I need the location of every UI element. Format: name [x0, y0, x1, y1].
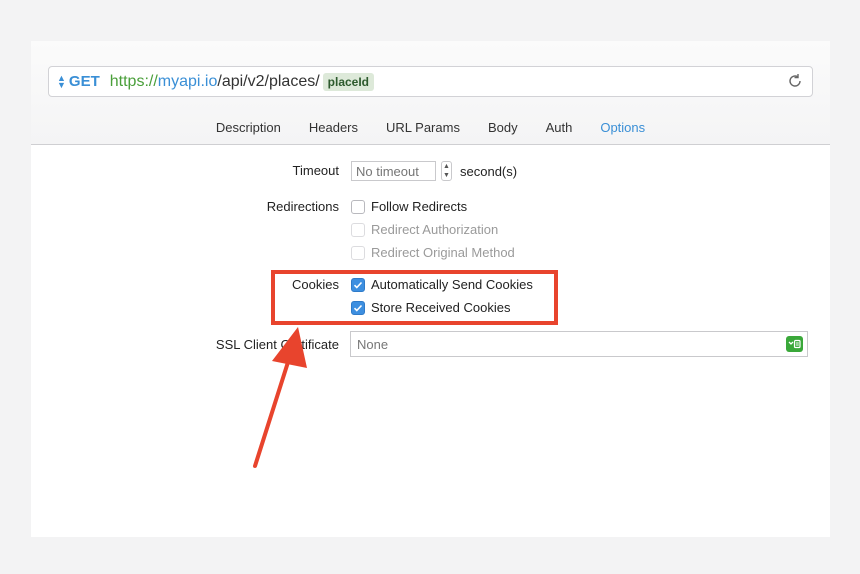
method-label: GET: [68, 73, 100, 90]
request-panel: ▲ ▼ GET https:// myapi.io /api/v2/places/…: [31, 41, 830, 537]
redirect-authorization-label: Redirect Authorization: [371, 222, 499, 237]
timeout-stepper[interactable]: ▲ ▼: [441, 161, 452, 181]
redirect-original-method-checkbox: [351, 245, 365, 260]
tab-description[interactable]: Description: [216, 120, 281, 135]
ssl-certificate-value: None: [357, 336, 389, 352]
timeout-label: Timeout: [292, 163, 339, 178]
redirect-authorization-checkbox: [351, 222, 365, 237]
ssl-certificate-select[interactable]: None: [350, 331, 808, 357]
redirect-original-method-label: Redirect Original Method: [371, 245, 515, 260]
url-path: /api/v2/places/: [217, 72, 320, 90]
timeout-input[interactable]: [351, 161, 436, 181]
request-header: ▲ ▼ GET https:// myapi.io /api/v2/places/…: [31, 41, 830, 145]
request-tabs: Description Headers URL Params Body Auth…: [31, 120, 830, 135]
redirect-original-method-option: Redirect Original Method: [351, 245, 515, 260]
method-selector[interactable]: ▲ ▼ GET: [57, 73, 100, 90]
reload-icon[interactable]: [786, 72, 804, 90]
url-bar[interactable]: ▲ ▼ GET https:// myapi.io /api/v2/places/…: [48, 66, 813, 97]
certificate-icon[interactable]: [786, 336, 803, 352]
tab-url-params[interactable]: URL Params: [386, 120, 460, 135]
redirect-authorization-option: Redirect Authorization: [351, 222, 498, 237]
url-field[interactable]: https:// myapi.io /api/v2/places/ placeI…: [109, 72, 375, 91]
timeout-unit: second(s): [460, 163, 518, 179]
tab-auth[interactable]: Auth: [546, 120, 573, 135]
redirections-label: Redirections: [266, 199, 339, 214]
timeout-row: ▲▼ second(s): [351, 161, 517, 181]
url-host: myapi.io: [157, 72, 218, 90]
tab-body[interactable]: Body: [488, 120, 518, 135]
follow-redirects-checkbox[interactable]: [351, 199, 365, 214]
follow-redirects-option[interactable]: Follow Redirects: [351, 199, 467, 214]
up-down-arrows-icon: ▲ ▼: [57, 72, 66, 90]
tab-options[interactable]: Options: [600, 120, 645, 135]
url-param-token[interactable]: placeId: [322, 72, 375, 91]
tab-headers[interactable]: Headers: [309, 120, 358, 135]
cookies-highlight-box: [271, 270, 558, 325]
url-scheme: https://: [109, 72, 158, 90]
follow-redirects-label: Follow Redirects: [371, 199, 468, 214]
ssl-certificate-label: SSL Client Certificate: [215, 337, 339, 352]
